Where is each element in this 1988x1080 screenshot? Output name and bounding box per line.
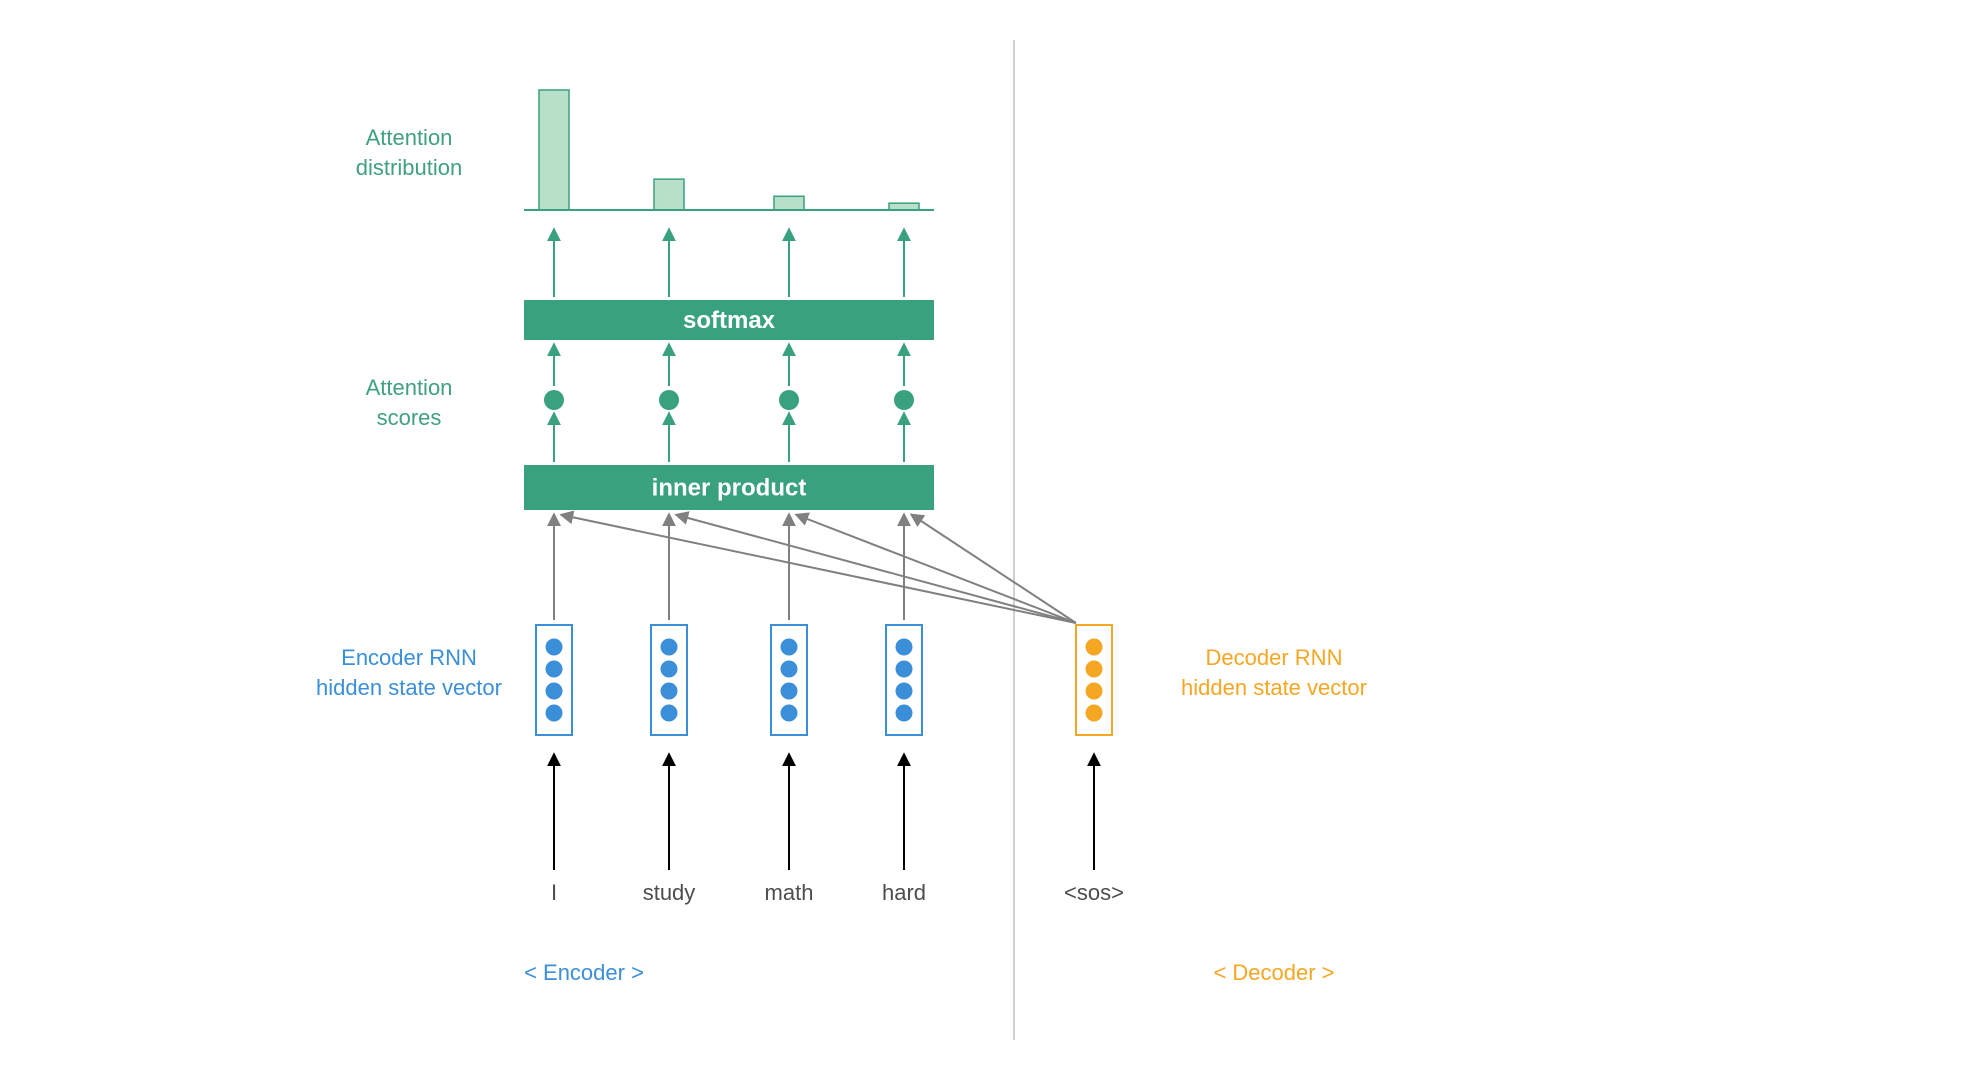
hidden-state-unit [781,661,798,678]
encoder-hidden-label: hidden state vector [316,675,502,700]
arrow-decoder-to-innerproduct [677,515,1076,623]
hidden-state-unit [781,683,798,700]
hidden-state-unit [1086,661,1103,678]
attention-distribution-bar [889,203,919,210]
hidden-state-unit [781,705,798,722]
attention-distribution-bar [774,196,804,210]
hidden-state-unit [896,639,913,656]
encoder-hidden-label: Encoder RNN [341,645,477,670]
attention-distribution-bar [539,90,569,210]
encoder-token-label: study [643,880,696,905]
hidden-state-unit [896,705,913,722]
attention-distribution-label: Attention [366,125,453,150]
attention-distribution-bar [654,179,684,210]
decoder-hidden-label: Decoder RNN [1206,645,1343,670]
hidden-state-unit [661,639,678,656]
attention-score-dot [544,390,564,410]
attention-scores-label: Attention [366,375,453,400]
encoder-token-label: I [551,880,557,905]
softmax-label: softmax [683,307,776,334]
hidden-state-unit [1086,639,1103,656]
hidden-state-unit [661,705,678,722]
attention-scores-label: scores [377,405,442,430]
hidden-state-unit [546,639,563,656]
attention-score-dot [659,390,679,410]
decoder-token-label: <sos> [1064,880,1124,905]
encoder-token-label: hard [882,880,926,905]
hidden-state-unit [546,683,563,700]
attention-score-dot [779,390,799,410]
hidden-state-unit [661,661,678,678]
hidden-state-unit [896,661,913,678]
hidden-state-unit [546,705,563,722]
attention-score-dot [894,390,914,410]
encoder-section-label: < Encoder > [524,960,644,985]
hidden-state-unit [546,661,563,678]
encoder-token-label: math [765,880,814,905]
hidden-state-unit [661,683,678,700]
arrow-decoder-to-innerproduct [562,515,1076,623]
hidden-state-unit [781,639,798,656]
attention-distribution-label: distribution [356,155,462,180]
inner-product-label: inner product [652,475,807,502]
hidden-state-unit [1086,705,1103,722]
hidden-state-unit [896,683,913,700]
hidden-state-unit [1086,683,1103,700]
decoder-hidden-label: hidden state vector [1181,675,1367,700]
decoder-section-label: < Decoder > [1213,960,1334,985]
